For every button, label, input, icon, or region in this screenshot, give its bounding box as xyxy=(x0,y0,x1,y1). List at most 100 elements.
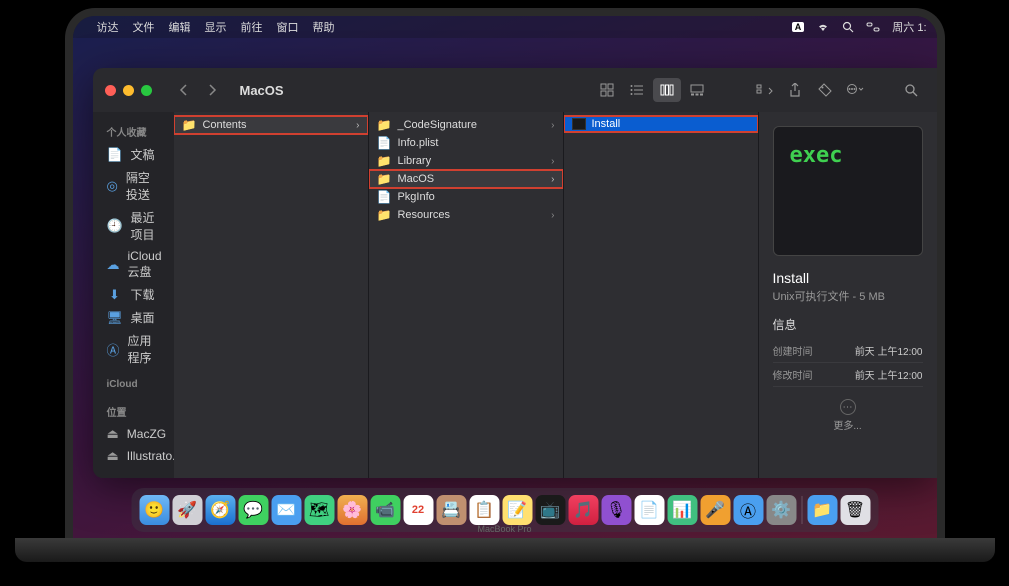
disk-icon: ⏏ xyxy=(107,426,119,442)
dock-downloads-folder[interactable]: 📁 xyxy=(807,495,837,525)
input-source-icon[interactable]: A xyxy=(792,22,805,32)
folder-resources[interactable]: 📁Resources› xyxy=(369,206,563,224)
menubar: 访达 文件 编辑 显示 前往 窗口 帮助 A xyxy=(73,16,937,38)
menu-window[interactable]: 窗口 xyxy=(277,19,299,35)
folder-library[interactable]: 📁Library› xyxy=(369,152,563,170)
icon-view-button[interactable] xyxy=(593,78,621,102)
item-label: Contents xyxy=(202,119,246,131)
preview-row-modified: 修改时间 前天 上午12:00 xyxy=(773,363,923,387)
row-value: 前天 上午12:00 xyxy=(855,367,923,382)
view-mode-group xyxy=(593,78,711,102)
share-button[interactable] xyxy=(781,78,809,102)
sidebar-item-recents[interactable]: 🕘最近项目 xyxy=(93,206,174,246)
back-button[interactable] xyxy=(172,79,196,101)
file-install[interactable]: Install xyxy=(564,116,758,132)
spotlight-icon[interactable] xyxy=(842,21,854,33)
minimize-button[interactable] xyxy=(123,85,134,96)
sidebar-item-desktop[interactable]: 🖥桌面 xyxy=(93,306,174,329)
sidebar-item-documents[interactable]: 📄文稿 xyxy=(93,143,174,166)
folder-contents[interactable]: 📁 Contents › xyxy=(174,116,368,134)
folder-icon: 📁 xyxy=(182,118,197,132)
download-icon: ⬇ xyxy=(107,287,123,303)
dock-settings[interactable]: ⚙️ xyxy=(766,495,796,525)
dock-contacts[interactable]: 📇 xyxy=(436,495,466,525)
menu-view[interactable]: 显示 xyxy=(205,19,227,35)
sidebar-item-label: 应用程序 xyxy=(128,332,160,366)
dock-tv[interactable]: 📺 xyxy=(535,495,565,525)
preview-more[interactable]: ⋯ 更多... xyxy=(773,399,923,432)
sidebar-item-airdrop[interactable]: ◎隔空投送 xyxy=(93,166,174,206)
preview-row-created: 创建时间 前天 上午12:00 xyxy=(773,339,923,363)
column-view-button[interactable] xyxy=(653,78,681,102)
control-center-icon[interactable] xyxy=(866,22,880,32)
exec-label: exec xyxy=(790,143,843,168)
dock-keynote[interactable]: 🎤 xyxy=(700,495,730,525)
file-pkginfo[interactable]: 📄PkgInfo xyxy=(369,188,563,206)
dock-finder[interactable]: 🙂 xyxy=(139,495,169,525)
dock-notes[interactable]: 📝 xyxy=(502,495,532,525)
preview-thumbnail: exec xyxy=(773,126,923,256)
sidebar-item-disk-illustrator[interactable]: ⏏Illustrato...⏏ xyxy=(93,445,174,467)
sidebar-icloud-header: iCloud xyxy=(93,375,174,394)
clock[interactable]: 周六 1: xyxy=(892,19,926,35)
item-label: _CodeSignature xyxy=(397,119,477,131)
dock-facetime[interactable]: 📹 xyxy=(370,495,400,525)
more-icon: ⋯ xyxy=(840,399,856,415)
column-3: Install xyxy=(564,112,759,478)
preview-filename: Install xyxy=(773,270,923,286)
menu-help[interactable]: 帮助 xyxy=(313,19,335,35)
tags-button[interactable] xyxy=(811,78,839,102)
window-title: MacOS xyxy=(240,83,284,98)
dock-numbers[interactable]: 📊 xyxy=(667,495,697,525)
dock-trash[interactable]: 🗑 xyxy=(840,495,870,525)
dock-calendar[interactable]: 22 xyxy=(403,495,433,525)
sidebar-item-label: 下载 xyxy=(131,286,155,303)
more-label: 更多... xyxy=(773,417,923,432)
sidebar-item-icloud[interactable]: ☁iCloud 云盘 xyxy=(93,246,174,283)
column-view: 📁 Contents › 📁 _CodeSignature › 📄Info.plis… xyxy=(174,112,937,478)
wifi-icon[interactable] xyxy=(816,22,830,32)
chevron-right-icon: › xyxy=(356,120,359,131)
sidebar-item-disk-maczg[interactable]: ⏏MacZG⏏ xyxy=(93,423,174,445)
zoom-button[interactable] xyxy=(141,85,152,96)
menu-go[interactable]: 前往 xyxy=(241,19,263,35)
dock-photos[interactable]: 🌸 xyxy=(337,495,367,525)
dock-maps[interactable]: 🗺 xyxy=(304,495,334,525)
dock-mail[interactable]: ✉️ xyxy=(271,495,301,525)
sidebar: 个人收藏 📄文稿 ◎隔空投送 🕘最近项目 ☁iCloud 云盘 ⬇下载 🖥桌面 … xyxy=(93,112,174,478)
dock-pages[interactable]: 📄 xyxy=(634,495,664,525)
folder-icon: 📁 xyxy=(377,208,392,222)
clock-icon: 🕘 xyxy=(107,218,123,234)
app-menu[interactable]: 访达 xyxy=(97,19,119,35)
sidebar-item-applications[interactable]: Ⓐ应用程序 xyxy=(93,329,174,369)
dock-reminders[interactable]: 📋 xyxy=(469,495,499,525)
row-key: 修改时间 xyxy=(773,367,813,382)
folder-codesignature[interactable]: 📁_CodeSignature› xyxy=(369,116,563,134)
chevron-right-icon: › xyxy=(551,120,554,131)
close-button[interactable] xyxy=(105,85,116,96)
gallery-view-button[interactable] xyxy=(683,78,711,102)
menu-edit[interactable]: 编辑 xyxy=(169,19,191,35)
forward-button[interactable] xyxy=(200,79,224,101)
dock-messages[interactable]: 💬 xyxy=(238,495,268,525)
search-button[interactable] xyxy=(897,78,925,102)
sidebar-item-downloads[interactable]: ⬇ 下载 xyxy=(93,283,174,306)
dock-launchpad[interactable]: 🚀 xyxy=(172,495,202,525)
folder-icon: 📁 xyxy=(377,154,392,168)
action-button[interactable] xyxy=(841,78,869,102)
group-by-button[interactable] xyxy=(751,78,779,102)
dock-podcasts[interactable]: 🎙 xyxy=(601,495,631,525)
dock-safari[interactable]: 🧭 xyxy=(205,495,235,525)
row-key: 创建时间 xyxy=(773,343,813,358)
preview-info-header: 信息 xyxy=(773,316,923,333)
row-value: 前天 上午12:00 xyxy=(855,343,923,358)
list-view-button[interactable] xyxy=(623,78,651,102)
sidebar-item-label: iCloud 云盘 xyxy=(128,249,162,280)
dock-music[interactable]: 🎵 xyxy=(568,495,598,525)
titlebar: MacOS xyxy=(93,68,937,112)
file-info-plist[interactable]: 📄Info.plist xyxy=(369,134,563,152)
folder-macos[interactable]: 📁MacOS› xyxy=(369,170,563,188)
dock-appstore[interactable]: Ⓐ xyxy=(733,495,763,525)
sidebar-item-label: MacZG xyxy=(127,427,166,441)
menu-file[interactable]: 文件 xyxy=(133,19,155,35)
